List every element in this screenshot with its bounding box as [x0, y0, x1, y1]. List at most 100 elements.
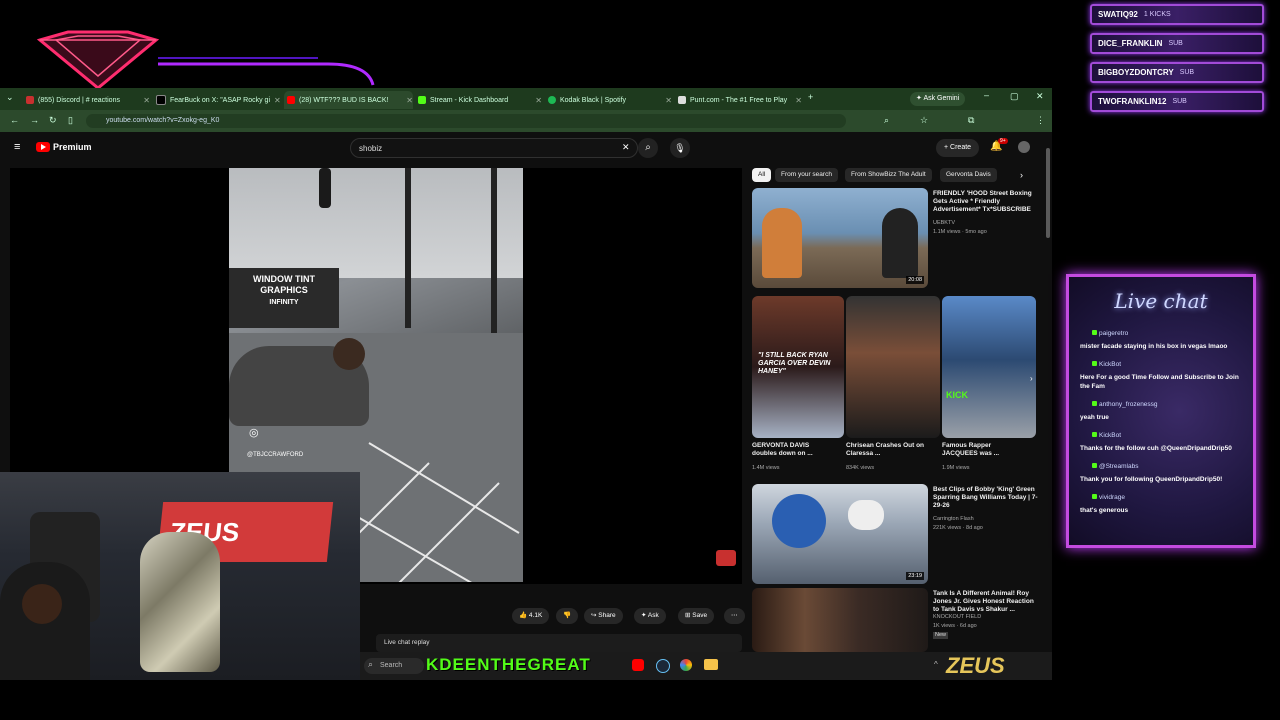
chat-username: anthony_frozenessg — [1092, 401, 1158, 408]
streamer-face — [22, 584, 62, 624]
chip-showbizz[interactable]: From ShowBizz The Adult — [845, 168, 932, 182]
chat-username: KickBot — [1092, 432, 1121, 439]
back-arrow-icon[interactable]: ← — [10, 115, 19, 125]
create-button[interactable]: + Create — [936, 139, 980, 157]
video-title[interactable]: Best Clips of Bobby 'King' Green Sparrin… — [933, 486, 1041, 510]
save-button[interactable]: ⊞ Save — [678, 608, 715, 624]
chat-username: vividrage — [1092, 494, 1125, 501]
live-chat-title: Live chat — [1114, 289, 1208, 313]
short-thumbnail[interactable] — [846, 296, 940, 438]
minimize-icon[interactable]: – — [984, 90, 989, 100]
kick-username-banner: KDEENTHEGREAT — [426, 655, 591, 674]
short-views: 1.9M views — [942, 465, 970, 471]
short-thumbnail[interactable]: KICK — [942, 296, 1036, 438]
chat-message: Thank you for following QueenDripandDrip… — [1080, 476, 1223, 483]
search-icon[interactable]: ⌕ — [638, 138, 658, 158]
person-head — [333, 338, 365, 370]
zoom-icon[interactable]: ⌕ — [884, 115, 889, 126]
overlay-logo — [36, 30, 375, 90]
chat-message: Thanks for the follow cuh @QueenDripandD… — [1080, 445, 1232, 452]
event-item: DICE_FRANKLIN SUB — [1090, 33, 1264, 54]
video-meta: 1K views · 6d ago — [933, 623, 977, 629]
dislike-button[interactable]: 👎 — [556, 608, 579, 624]
new-tab-plus-icon[interactable]: + — [808, 92, 813, 102]
close-icon[interactable]: ✕ — [274, 96, 280, 105]
new-badge: New — [933, 632, 949, 639]
avatar[interactable] — [1018, 141, 1030, 153]
shorts-next-icon[interactable]: › — [1030, 374, 1033, 383]
chat-username: KickBot — [1092, 361, 1121, 368]
event-item: TWOFRANKLIN12 SUB — [1090, 91, 1264, 112]
ask-button[interactable]: ✦ Ask — [634, 608, 666, 624]
close-icon[interactable]: ✕ — [665, 96, 672, 105]
sidebar-icon[interactable]: ▯ — [68, 115, 73, 126]
video-title[interactable]: Tank Is A Different Animal! Roy Jones Jr… — [933, 590, 1041, 614]
chrome-app-icon[interactable] — [680, 659, 692, 671]
search-icon: ⌕ — [368, 659, 374, 669]
video-channel[interactable]: KNOCKOUT FIELD — [933, 614, 981, 621]
short-caption: "I STILL BACK RYAN GARCIA OVER DEVIN HAN… — [758, 352, 831, 375]
tray-chevron-icon[interactable]: ^ — [934, 660, 938, 669]
chat-message: mister facade staying in his box in vega… — [1080, 343, 1228, 350]
video-thumbnail[interactable]: 23:19 — [752, 484, 928, 584]
ask-gemini-button[interactable]: ✦ Ask Gemini — [910, 92, 966, 106]
chat-username: @Streamlabs — [1092, 463, 1138, 470]
extensions-icon[interactable]: ⧉ — [968, 115, 974, 126]
gym-sign-text: WINDOW TINT GRAPHICS — [253, 274, 315, 295]
file-explorer-icon[interactable] — [704, 659, 718, 670]
bookmark-star-icon[interactable]: ☆ — [920, 115, 928, 126]
tab-discord[interactable]: (855) Discord | # reactions ✕ — [26, 91, 150, 109]
video-thumbnail[interactable]: 20:08 — [752, 188, 928, 288]
chips-next-chevron-icon[interactable]: › — [1020, 170, 1023, 180]
browser-menu-icon[interactable]: ⋮ — [1036, 115, 1045, 126]
url-field[interactable]: youtube.com/watch?v=Zxokg-eg_K0 — [86, 114, 846, 128]
tab-bar: ⌄ (855) Discord | # reactions ✕ FearBuck … — [0, 88, 1052, 110]
maximize-icon[interactable]: ▢ — [1010, 91, 1019, 102]
search-input[interactable]: shobiz — [350, 138, 638, 158]
webcam-overlay: ZEUS — [0, 472, 360, 680]
tab-list-chevron-icon[interactable]: ⌄ — [6, 92, 14, 103]
tab-spotify[interactable]: Kodak Black | Spotify ✕ — [548, 91, 672, 109]
close-icon[interactable]: ✕ — [535, 96, 542, 105]
hamburger-menu-icon[interactable]: ≡ — [14, 141, 20, 153]
premium-label: Premium — [53, 142, 92, 152]
steam-app-icon[interactable] — [656, 659, 670, 673]
duration-badge: 20:08 — [906, 276, 924, 284]
chip-all[interactable]: All — [752, 168, 772, 182]
like-button[interactable]: 👍 4.1K — [512, 608, 550, 624]
close-icon[interactable]: ✕ — [406, 96, 413, 105]
live-chat-panel: Live chat paigeretro mister facade stayi… — [1066, 274, 1256, 548]
youtube-header: ≡ Premium shobiz ✕ ⌕ 🎙 + Create 🔔 9+ — [0, 132, 1052, 164]
video-channel[interactable]: UEBKTV — [933, 220, 955, 227]
chip-from-search[interactable]: From your search — [775, 168, 838, 182]
chip-gervonta[interactable]: Gervonta Davis — [940, 168, 997, 182]
youtube-logo[interactable]: Premium — [36, 142, 92, 152]
gym-sign-subtext: INFINITY — [269, 299, 299, 306]
youtube-app-icon[interactable] — [632, 659, 644, 671]
video-thumbnail[interactable] — [752, 588, 928, 652]
short-title[interactable]: GERVONTA DAVIS doubles down on ... — [752, 442, 832, 458]
scrollbar[interactable] — [1046, 148, 1050, 238]
tab-kick[interactable]: Stream - Kick Dashboard ✕ — [418, 91, 542, 109]
forward-arrow-icon[interactable]: → — [30, 115, 39, 125]
video-title[interactable]: FRIENDLY 'HOOD Street Boxing Gets Active… — [933, 190, 1041, 214]
short-title[interactable]: Famous Rapper JACQUEES was ... — [942, 442, 1022, 458]
video-meta: 221K views · 8d ago — [933, 525, 983, 531]
tab-youtube-active[interactable]: (28) WTF??? BUD IS BACK! ✕ — [284, 91, 413, 109]
close-icon[interactable]: ✕ — [795, 96, 802, 105]
window-close-icon[interactable]: ✕ — [1036, 91, 1044, 102]
tab-x[interactable]: FearBuck on X: "ASAP Rocky gi ✕ — [156, 91, 280, 109]
reload-icon[interactable]: ↻ — [49, 115, 57, 126]
share-button[interactable]: ↪ Share — [584, 608, 623, 624]
video-channel[interactable]: Carrington Flash — [933, 516, 974, 523]
live-chat-replay-bar[interactable]: Live chat replay — [376, 634, 742, 652]
tab-punt[interactable]: Punt.com - The #1 Free to Play ✕ — [678, 91, 802, 109]
chat-message: yeah true — [1080, 414, 1109, 421]
clear-search-icon[interactable]: ✕ — [622, 142, 630, 153]
short-views: 1.4M views — [752, 465, 780, 471]
microphone-icon[interactable]: 🎙 — [670, 138, 690, 158]
more-actions-button[interactable]: ⋯ — [724, 608, 745, 624]
short-title[interactable]: Chrisean Crashes Out on Claressa ... — [846, 442, 926, 458]
close-icon[interactable]: ✕ — [143, 96, 150, 105]
short-thumbnail[interactable]: "I STILL BACK RYAN GARCIA OVER DEVIN HAN… — [752, 296, 844, 438]
